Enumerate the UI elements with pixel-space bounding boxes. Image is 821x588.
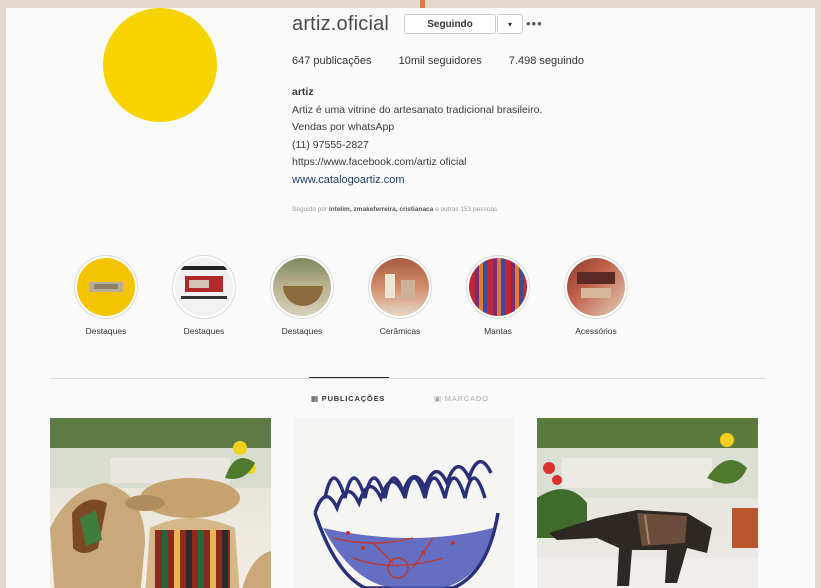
bio-line: (11) 97555-2827 bbox=[292, 138, 369, 151]
highlight-ring bbox=[172, 255, 236, 319]
bio-line: https://www.facebook.com/artiz oficial bbox=[292, 156, 467, 168]
highlight-item[interactable]: Mantas bbox=[458, 255, 538, 336]
highlights-row: Destaques Destaques Destaques Cerâmicas … bbox=[64, 255, 644, 345]
highlight-ring bbox=[74, 255, 138, 319]
highlight-ring bbox=[564, 255, 628, 319]
tab-posts-label: PUBLICAÇÕES bbox=[321, 394, 386, 403]
highlight-item[interactable]: Destaques bbox=[66, 255, 146, 336]
highlight-ring bbox=[368, 255, 432, 319]
tag-icon: ▣ bbox=[434, 394, 442, 403]
woven-baskets-photo bbox=[50, 418, 271, 588]
highlight-label: Cerâmicas bbox=[379, 326, 421, 336]
profile-page: artiz.oficial Seguindo ▾ ••• 647 publica… bbox=[6, 8, 815, 588]
website-link[interactable]: www.catalogoartiz.com bbox=[292, 172, 542, 190]
blue-wire-basket-photo bbox=[313, 460, 500, 588]
highlight-ring bbox=[270, 255, 334, 319]
followed-by-text[interactable]: Seguido por intelim, zmakeferreira, cris… bbox=[292, 206, 497, 213]
highlight-item[interactable]: Acessórios bbox=[556, 255, 636, 336]
highlight-label: Destaques bbox=[183, 326, 225, 336]
highlight-red-thumb bbox=[175, 258, 233, 316]
highlight-item[interactable]: Cerâmicas bbox=[360, 255, 440, 336]
followers-count[interactable]: 10mil seguidores bbox=[399, 55, 482, 67]
followed-by-names: intelim, zmakeferreira, cristianaca bbox=[328, 206, 434, 213]
highlight-accessories-thumb bbox=[567, 258, 625, 316]
posts-count: 647 publicações bbox=[292, 55, 372, 67]
chevron-down-icon[interactable]: ▾ bbox=[497, 14, 523, 34]
bio-line: Vendas por whatsApp bbox=[292, 121, 395, 133]
highlight-ceramics-thumb bbox=[371, 258, 429, 316]
tab-tagged[interactable]: ▣ MARCADO bbox=[434, 394, 489, 403]
highlight-label: Destaques bbox=[85, 326, 127, 336]
highlight-label: Acessórios bbox=[575, 326, 617, 336]
highlight-item[interactable]: Destaques bbox=[164, 255, 244, 336]
avatar[interactable] bbox=[103, 8, 217, 122]
followed-by-prefix: Seguido por bbox=[292, 206, 328, 213]
active-tab-indicator bbox=[309, 377, 389, 378]
tab-posts[interactable]: ▦ PUBLICAÇÕES bbox=[311, 394, 385, 403]
grid-icon: ▦ bbox=[311, 394, 319, 403]
post-thumbnail[interactable] bbox=[293, 418, 514, 588]
followed-by-suffix: e outras 153 pessoas bbox=[435, 206, 498, 213]
post-thumbnail[interactable] bbox=[537, 418, 758, 588]
post-thumbnail[interactable] bbox=[50, 418, 271, 588]
highlight-label: Destaques bbox=[281, 326, 323, 336]
highlight-yellow-thumb bbox=[77, 258, 135, 316]
following-button[interactable]: Seguindo bbox=[404, 14, 496, 34]
highlight-bowl-thumb bbox=[273, 258, 331, 316]
highlight-blankets-thumb bbox=[469, 258, 527, 316]
following-count[interactable]: 7.498 seguindo bbox=[509, 55, 584, 67]
bio-line: Artiz é uma vitrine do artesanato tradic… bbox=[292, 103, 543, 116]
profile-username: artiz.oficial bbox=[292, 13, 390, 35]
highlight-item[interactable]: Destaques bbox=[262, 255, 342, 336]
highlight-label: Mantas bbox=[484, 326, 512, 336]
tab-tagged-label: MARCADO bbox=[444, 394, 489, 403]
tabs-divider bbox=[50, 378, 766, 379]
profile-bio: artiz Artiz é uma vitrine do artesanato … bbox=[292, 84, 542, 189]
profile-stats: 647 publicações 10mil seguidores 7.498 s… bbox=[292, 55, 608, 67]
bio-name: artiz bbox=[292, 86, 314, 98]
wooden-anteater-photo bbox=[537, 418, 758, 588]
highlight-ring bbox=[466, 255, 530, 319]
more-options-icon[interactable]: ••• bbox=[526, 16, 543, 31]
